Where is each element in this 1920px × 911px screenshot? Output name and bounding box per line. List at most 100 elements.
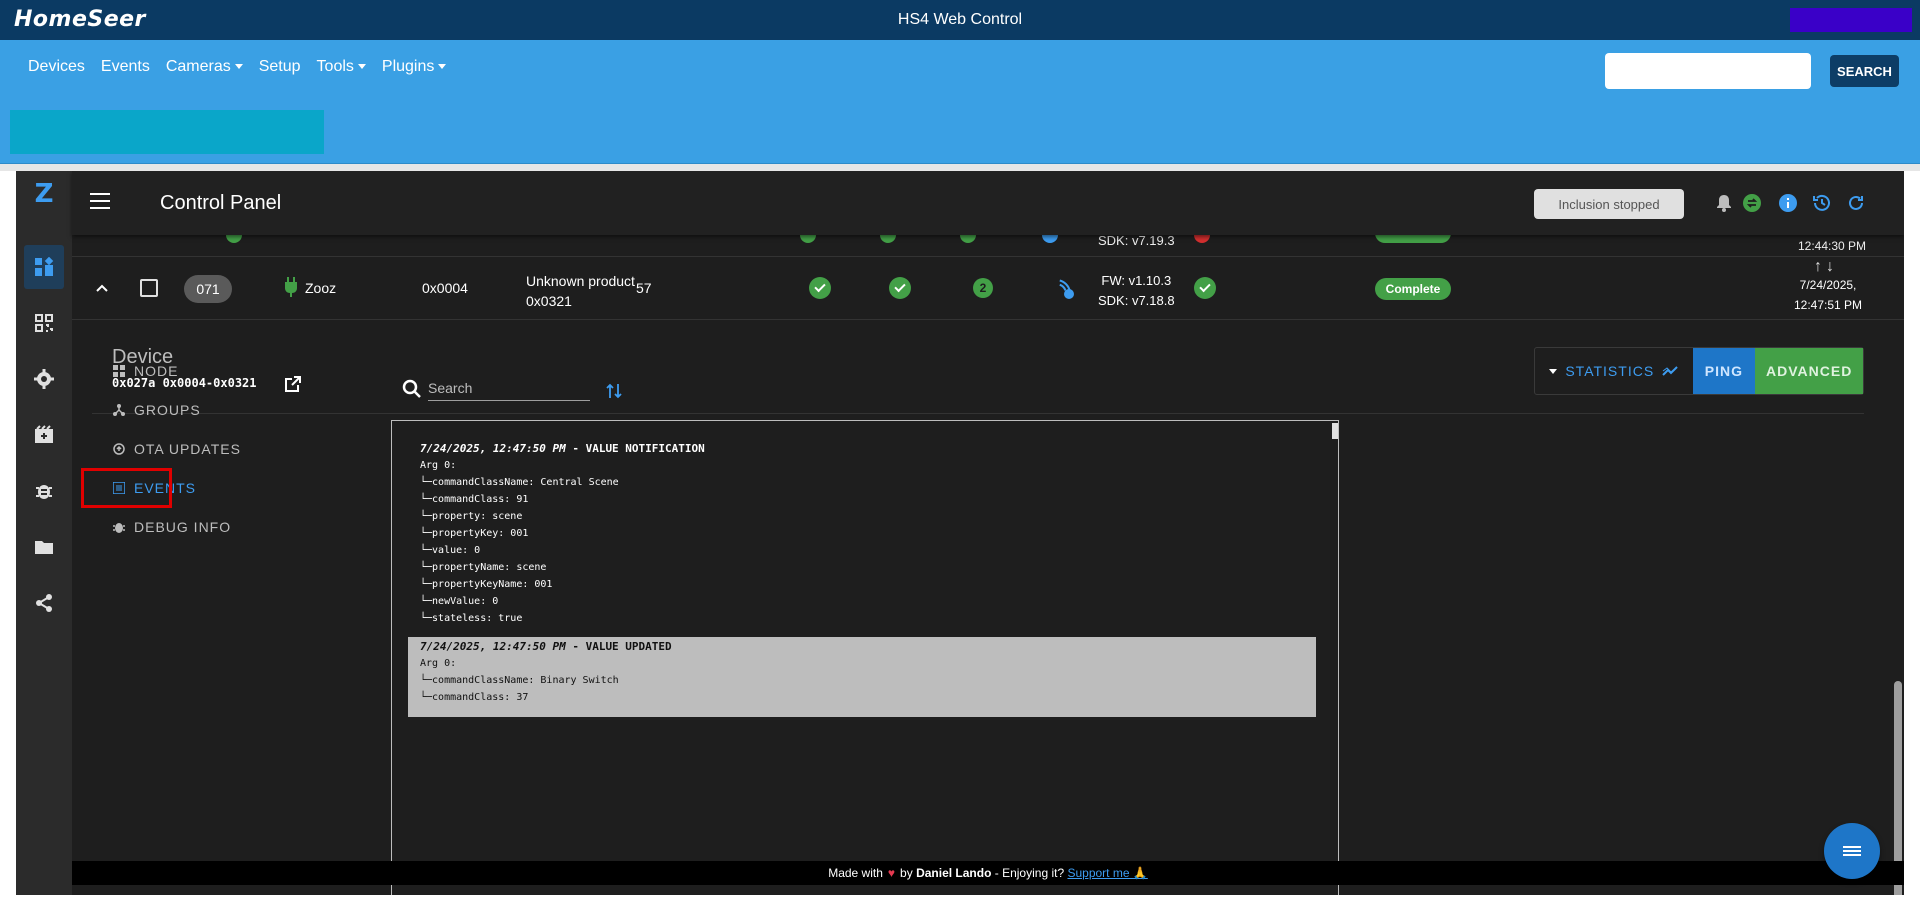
event-line: └─commandClass: 91 [420,494,529,505]
network-share-icon[interactable] [24,581,64,625]
check-circle-icon [1194,277,1216,299]
tab-debug-info[interactable]: DEBUG INFO [112,515,231,539]
tab-ota-updates[interactable]: OTA UPDATES [112,437,241,461]
history-icon[interactable] [1808,189,1836,217]
event-title: 7/24/2025, 12:47:50 PM - VALUE NOTIFICAT… [420,439,1316,457]
footer: Made with ♥ by Daniel Lando - Enjoying i… [72,861,1904,885]
check-circle-icon [889,277,911,299]
zwave-app: Z Control Panel Inclusion stopped SDK: v… [16,171,1904,895]
tab-node[interactable]: NODE [112,359,178,383]
event-line: └─stateless: true [420,613,523,624]
event-line: └─commandClassName: Central Scene [420,477,619,488]
event-arg: Arg 0: [420,460,457,471]
sdk-version: SDK: v7.19.3 [1098,233,1175,248]
homeseer-nav: Devices Events Cameras Setup Tools Plugi… [0,40,1920,102]
event-line: └─property: scene [420,511,523,522]
sdk-version: SDK: v7.18.8 [1098,293,1175,308]
nav-cameras[interactable]: Cameras [166,58,243,76]
manufacturer: Zooz [305,280,337,296]
user-badge[interactable] [1790,8,1912,32]
fab-menu-button[interactable] [1824,823,1880,879]
divider [92,413,1864,414]
nav-events[interactable]: Events [101,58,150,76]
nav-devices[interactable]: Devices [28,58,85,76]
power-plug-icon [285,277,297,297]
tab-ota-label: OTA UPDATES [134,441,241,457]
debug-bug-icon[interactable] [24,469,64,513]
footer-enjoying: - Enjoying it? [994,866,1065,880]
event-type: - VALUE UPDATED [565,640,672,653]
store-folder-icon[interactable] [24,525,64,569]
log-scrollbar[interactable] [1332,423,1338,439]
refresh-icon[interactable] [1842,189,1870,217]
table-row[interactable]: 071 Zooz 0x0004 Unknown product 0x0321 5… [72,258,1904,320]
homeseer-title: HS4 Web Control [897,11,1023,28]
sync-icon[interactable] [1738,189,1766,217]
statistics-button[interactable]: STATISTICS [1535,348,1693,394]
page-title: Control Panel [160,192,282,214]
scenes-icon[interactable] [24,413,64,457]
update-icon [112,442,126,456]
homeseer-subbar [0,102,1920,164]
advanced-button[interactable]: ADVANCED [1755,348,1863,394]
event-entry: 7/24/2025, 12:47:50 PM - VALUE UPDATED A… [408,637,1316,717]
product-line-2: 0x0321 [526,293,572,309]
nav-tools[interactable]: Tools [317,58,366,76]
menu-icon [1843,844,1861,858]
table-row-partial[interactable]: SDK: v7.19.3 12:44:30 PM [72,223,1904,257]
control-panel-icon[interactable] [24,245,64,289]
qr-code-icon[interactable] [24,301,64,345]
nav-plugins[interactable]: Plugins [382,58,446,76]
event-type: - VALUE NOTIFICATION [565,442,705,455]
row-checkbox[interactable] [140,279,158,297]
device-actions: STATISTICS PING ADVANCED [1534,347,1864,395]
event-timestamp: 7/24/2025, 12:47:50 PM [420,640,566,653]
trend-icon [1662,366,1678,376]
settings-gear-icon[interactable] [24,357,64,401]
side-rail: Z [16,171,72,895]
app-header: Control Panel Inclusion stopped [72,171,1904,235]
location-bar[interactable] [10,110,324,154]
footer-by: by [900,866,913,880]
support-link[interactable]: Support me 🙏 [1067,866,1147,880]
footer-author: Daniel Lando [916,866,992,880]
open-external-icon[interactable] [284,375,302,393]
bug-icon [112,520,126,534]
node-id-badge: 071 [184,275,232,303]
event-line: └─commandClassName: Binary Switch [420,675,619,686]
zwave-logo-icon[interactable]: Z [27,179,61,215]
event-arg: Arg 0: [420,658,457,669]
info-icon[interactable] [1774,189,1802,217]
event-timestamp: 7/24/2025, 12:47:50 PM [420,442,566,455]
homeseer-top-bar: HomeSeer HS4 Web Control [0,0,1920,40]
dashboard-icon [112,364,126,378]
check-circle-icon [809,277,831,299]
events-search-input[interactable] [428,376,590,401]
firmware-info: FW: v1.10.3 SDK: v7.18.8 [1098,271,1175,311]
menu-icon[interactable] [90,193,110,209]
event-line: └─propertyKeyName: 001 [420,579,553,590]
product-id: 0x0004 [422,280,468,296]
inclusion-status-badge[interactable]: Inclusion stopped [1534,189,1684,219]
ping-button[interactable]: PING [1692,348,1756,394]
nav-setup[interactable]: Setup [259,58,301,76]
homeseer-search-input[interactable] [1605,53,1811,89]
statistics-label: STATISTICS [1565,363,1655,379]
last-active-time: 12:47:51 PM [1794,298,1863,312]
sort-icon[interactable] [606,382,622,400]
events-log[interactable]: 7/24/2025, 12:47:50 PM - VALUE NOTIFICAT… [391,420,1339,895]
chevron-up-icon[interactable] [94,280,110,296]
last-active: 7/24/2025, 12:47:51 PM [1794,275,1862,315]
notifications-bell-icon[interactable] [1710,189,1738,217]
search-icon [402,379,421,398]
tab-node-label: NODE [134,363,179,379]
event-line: └─value: 0 [420,545,481,556]
event-line: └─commandClass: 37 [420,692,529,703]
last-active-date: 7/24/2025, [1799,278,1857,292]
event-title: 7/24/2025, 12:47:50 PM - VALUE UPDATED [420,637,1316,655]
homeseer-search-button[interactable]: SEARCH [1830,55,1899,87]
event-line: └─propertyKey: 001 [420,528,529,539]
tab-groups[interactable]: GROUPS [112,398,201,422]
event-line: └─newValue: 0 [420,596,499,607]
timestamp: 12:44:30 PM [1798,239,1867,253]
